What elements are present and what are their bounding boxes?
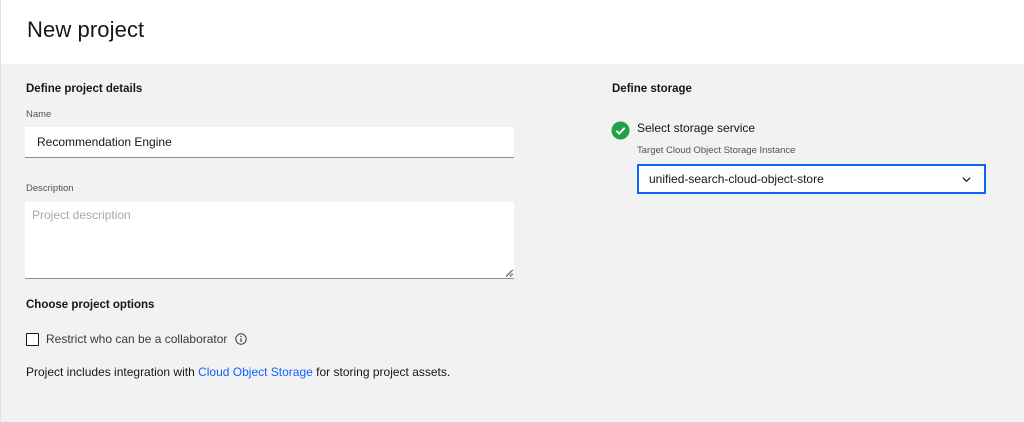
storage-integration-note: Project includes integration with Cloud … — [26, 365, 450, 379]
check-circle-icon — [611, 121, 630, 140]
note-suffix: for storing project assets. — [312, 365, 451, 379]
instance-label: Target Cloud Object Storage Instance — [637, 145, 796, 156]
name-label: Name — [26, 109, 52, 120]
resize-handle-icon[interactable] — [505, 269, 513, 277]
storage-instance-value: unified-search-cloud-object-store — [649, 172, 824, 186]
description-textarea[interactable] — [25, 202, 514, 279]
restrict-collaborator-checkbox[interactable] — [26, 332, 39, 346]
name-input[interactable] — [25, 127, 514, 158]
restrict-collaborator-label[interactable]: Restrict who can be a collaborator — [46, 332, 227, 346]
cloud-object-storage-link[interactable]: Cloud Object Storage — [198, 365, 313, 379]
storage-heading: Define storage — [612, 83, 692, 95]
project-options-heading: Choose project options — [26, 299, 155, 311]
chevron-down-icon — [962, 176, 971, 182]
page-header: New project — [0, 0, 1024, 64]
description-label: Description — [26, 183, 74, 194]
project-details-heading: Define project details — [26, 83, 143, 95]
storage-instance-select[interactable]: unified-search-cloud-object-store — [637, 164, 986, 194]
restrict-collaborator-option: Restrict who can be a collaborator — [26, 331, 248, 347]
info-icon[interactable] — [235, 333, 248, 345]
page-title: New project — [27, 17, 145, 42]
note-prefix: Project includes integration with — [26, 365, 199, 379]
storage-service-label: Select storage service — [637, 121, 756, 135]
